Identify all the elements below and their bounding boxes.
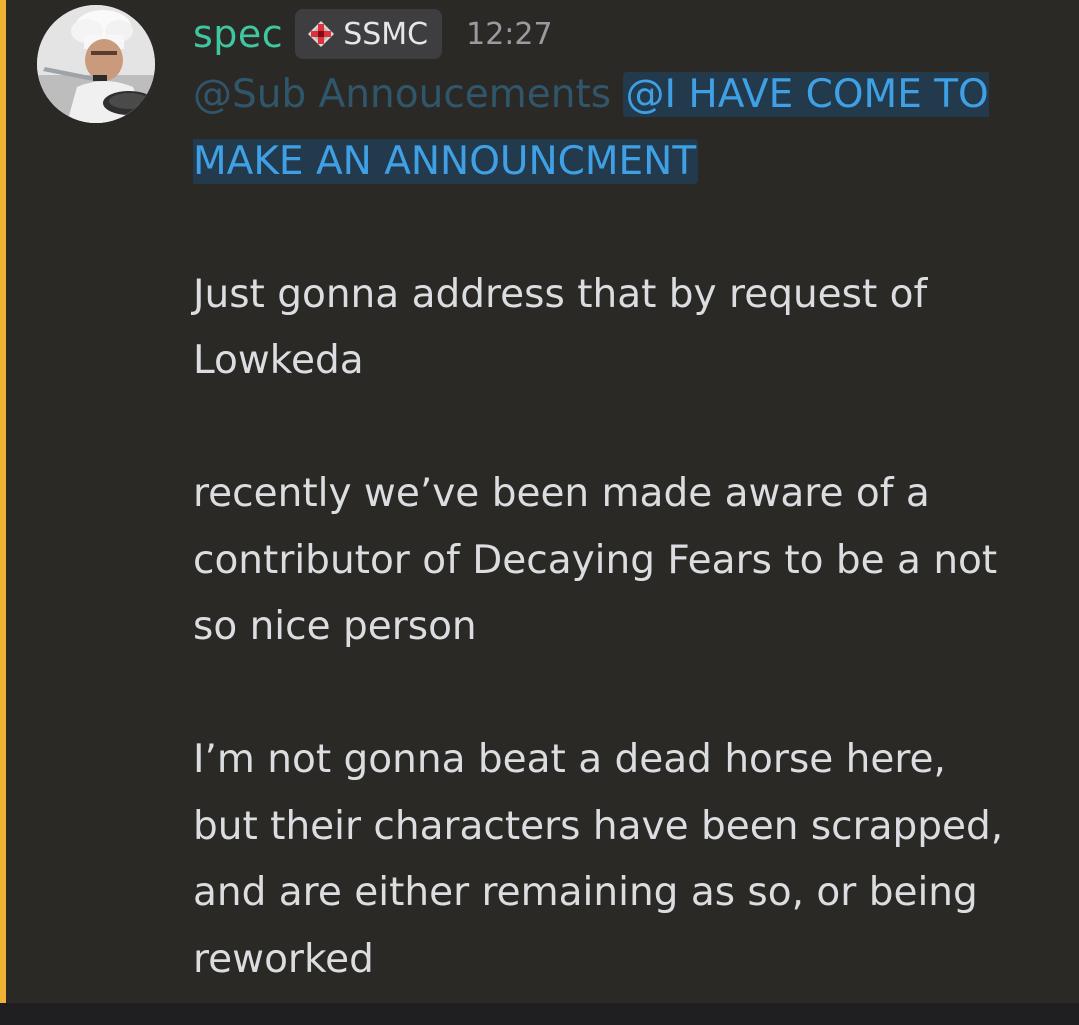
message-paragraph: recently we’ve been made aware of a cont… bbox=[193, 471, 998, 649]
chef-avatar-image bbox=[37, 5, 155, 123]
message-header: spec SSMC 12:27 bbox=[193, 4, 553, 64]
role-mention-sub-annoucements[interactable]: @Sub Annoucements bbox=[193, 72, 611, 117]
message-paragraph: Just gonna address that by request of Lo… bbox=[193, 271, 928, 384]
author-username[interactable]: spec bbox=[193, 12, 283, 56]
mention-line: @Sub Annoucements @I HAVE COME TO MAKE A… bbox=[193, 62, 1013, 195]
avatar[interactable] bbox=[37, 5, 155, 123]
mention-accent-bar bbox=[0, 0, 6, 1003]
message-item: spec SSMC 12:27 @Sub Annoucements @I HAV… bbox=[0, 0, 1079, 1003]
message-content: @Sub Annoucements @I HAVE COME TO MAKE A… bbox=[193, 62, 1013, 993]
red-diamond-icon bbox=[308, 21, 335, 47]
server-tag-label: SSMC bbox=[343, 16, 429, 52]
message-paragraph: I’m not gonna beat a dead horse here, bu… bbox=[193, 737, 1004, 982]
server-tag-badge[interactable]: SSMC bbox=[295, 9, 443, 59]
bottom-bar bbox=[0, 1003, 1079, 1025]
message-timestamp[interactable]: 12:27 bbox=[466, 17, 552, 52]
